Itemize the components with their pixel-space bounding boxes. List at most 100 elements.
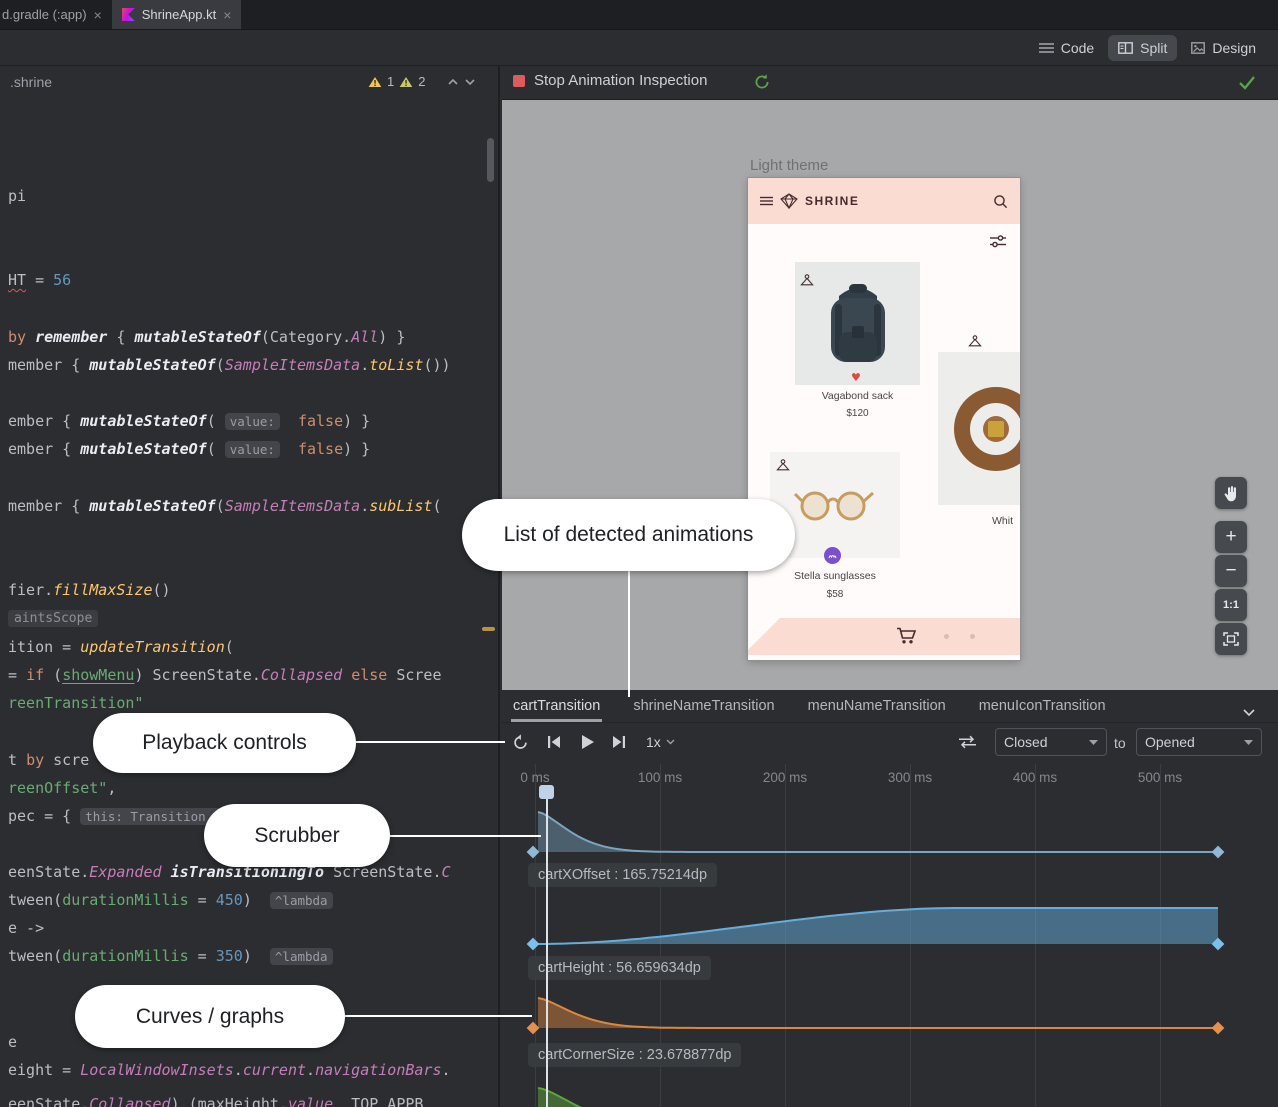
code-line[interactable]: t by scre (8, 750, 89, 771)
timeline-gridline (1035, 764, 1036, 1107)
timeline-tick-label: 0 ms (520, 770, 549, 785)
sunglasses-illustration (793, 488, 877, 522)
code-line[interactable]: pec = { this: Transition.S (8, 806, 226, 827)
favorite-heart-icon[interactable]: ♥ (851, 371, 861, 384)
curve-label-cartXOffset: cartXOffset : 165.75214dp (528, 863, 717, 887)
code-line[interactable]: eenState.Collapsed) (maxHeight.value TOP… (8, 1094, 423, 1107)
timeline-tick-label: 200 ms (763, 770, 807, 785)
search-icon[interactable] (993, 194, 1008, 209)
callout-playback-controls: Playback controls (93, 713, 356, 773)
callout-connector (345, 1015, 532, 1017)
refresh-button[interactable] (753, 73, 771, 96)
cart-icon[interactable] (896, 627, 916, 650)
product-name: Whit (992, 515, 1020, 527)
view-mode-label: Design (1212, 40, 1256, 56)
code-line[interactable]: member { mutableStateOf(SampleItemsData.… (8, 355, 451, 376)
code-line[interactable]: = if (showMenu) ScreenState.Collapsed el… (8, 665, 442, 686)
pan-button[interactable] (1215, 477, 1247, 509)
code-line[interactable]: pi (8, 186, 26, 207)
hanger-icon (776, 458, 790, 476)
swap-icon (958, 735, 977, 749)
code-line[interactable]: e (8, 1032, 17, 1053)
android-studio-window: d.gradle (:app) × ShrineApp.kt × Code Sp… (0, 0, 1278, 1107)
anim-tab-menuNameTransition[interactable]: menuNameTransition (808, 690, 946, 722)
timeline-tick-label: 300 ms (888, 770, 932, 785)
menu-icon[interactable] (760, 196, 773, 206)
tabs-overflow-chevron-icon[interactable] (1243, 703, 1255, 721)
code-line[interactable]: reenTransition" (8, 693, 143, 714)
chevron-down-icon (666, 739, 675, 745)
design-icon (1191, 42, 1205, 54)
scrubber-handle[interactable] (539, 785, 554, 799)
code-line[interactable]: HT = 56 (8, 270, 71, 291)
filter-icon[interactable] (990, 235, 1006, 253)
split-view-button[interactable]: Split (1108, 35, 1177, 61)
code-line[interactable]: reenOffset", (8, 778, 116, 799)
scrubber-line[interactable] (546, 788, 548, 1107)
split-icon (1118, 42, 1133, 54)
view-mode-label: Code (1061, 40, 1094, 56)
replay-button[interactable] (507, 730, 533, 754)
code-line[interactable]: member { mutableStateOf(SampleItemsData.… (8, 496, 442, 517)
code-line[interactable]: aintsScope (8, 607, 98, 628)
code-line[interactable]: tween(durationMillis = 450) ^lambda (8, 890, 333, 911)
callout-list-of-detected-animations: List of detected animations (462, 499, 795, 571)
design-view-button[interactable]: Design (1181, 35, 1266, 61)
editor-scrollbar[interactable] (487, 138, 494, 182)
zoom-reset-button[interactable]: 1:1 (1215, 589, 1247, 621)
chevron-down-icon (1089, 740, 1098, 745)
playback-speed-select[interactable]: 1x (646, 734, 675, 750)
code-line[interactable]: ember { mutableStateOf( value: false) } (8, 439, 370, 460)
to-state-select[interactable]: Opened (1136, 728, 1262, 756)
scrollbar-warning-mark[interactable] (482, 627, 495, 631)
skip-to-start-button[interactable] (541, 730, 567, 754)
avatar-badge (824, 547, 841, 564)
view-mode-toolbar: Code Split Design (1029, 30, 1266, 65)
belt-illustration (938, 374, 1020, 484)
code-area[interactable]: pi HT = 56 by remember { mutableStateOf(Ca… (0, 0, 500, 1107)
anim-tab-shrineNameTransition[interactable]: shrineNameTransition (633, 690, 774, 722)
hanger-icon (800, 273, 814, 291)
anim-tab-cartTransition[interactable]: cartTransition (513, 690, 600, 722)
swap-states-button[interactable] (954, 730, 980, 754)
code-line[interactable]: tween(durationMillis = 350) ^lambda (8, 946, 333, 967)
product-name: Vagabond sack (795, 390, 920, 402)
skip-to-end-button[interactable] (606, 730, 632, 754)
code-line[interactable]: ition = updateTransition( (8, 637, 234, 658)
success-check-icon (1238, 74, 1256, 95)
product-price: $120 (795, 408, 920, 419)
skip-start-icon (547, 735, 561, 749)
product-price: $58 (770, 589, 900, 600)
anim-tab-menuIconTransition[interactable]: menuIconTransition (979, 690, 1106, 722)
play-button[interactable] (574, 730, 600, 754)
code-icon (1039, 42, 1054, 54)
to-label: to (1114, 735, 1126, 751)
from-state-select[interactable]: Closed (995, 728, 1107, 756)
zoom-fit-button[interactable] (1215, 623, 1247, 655)
code-line[interactable]: ember { mutableStateOf( value: false) } (8, 411, 370, 432)
animation-tabs: cartTransition shrineNameTransition menuNa… (502, 690, 1278, 723)
page-dot (970, 634, 975, 639)
from-state-value: Closed (1004, 734, 1048, 750)
product-image-belt[interactable] (938, 352, 1020, 505)
backpack-illustration (819, 276, 897, 372)
play-icon (580, 734, 595, 750)
callout-curves-graphs: Curves / graphs (75, 985, 345, 1048)
code-line[interactable]: fier.fillMaxSize() (8, 580, 171, 601)
phone-preview[interactable]: SHRINE ♥ Vagabond sack $120 (748, 178, 1020, 660)
code-view-button[interactable]: Code (1029, 35, 1104, 61)
zoom-out-button[interactable]: − (1215, 555, 1247, 587)
shrine-logo-icon (780, 193, 798, 209)
code-line[interactable]: eight = LocalWindowInsets.current.naviga… (8, 1060, 451, 1081)
callout-connector (356, 741, 505, 743)
zoom-in-button[interactable]: + (1215, 521, 1247, 553)
code-line[interactable]: by remember { mutableStateOf(Category.Al… (8, 327, 405, 348)
stop-animation-inspection-button[interactable]: Stop Animation Inspection (513, 72, 707, 89)
speed-value: 1x (646, 734, 661, 750)
hand-icon (1223, 485, 1239, 502)
bottom-app-bar[interactable] (748, 618, 1020, 655)
hanger-icon (968, 334, 982, 352)
refresh-icon (753, 73, 771, 91)
code-line[interactable]: e -> (8, 918, 44, 939)
timeline-gridline (1160, 764, 1161, 1107)
